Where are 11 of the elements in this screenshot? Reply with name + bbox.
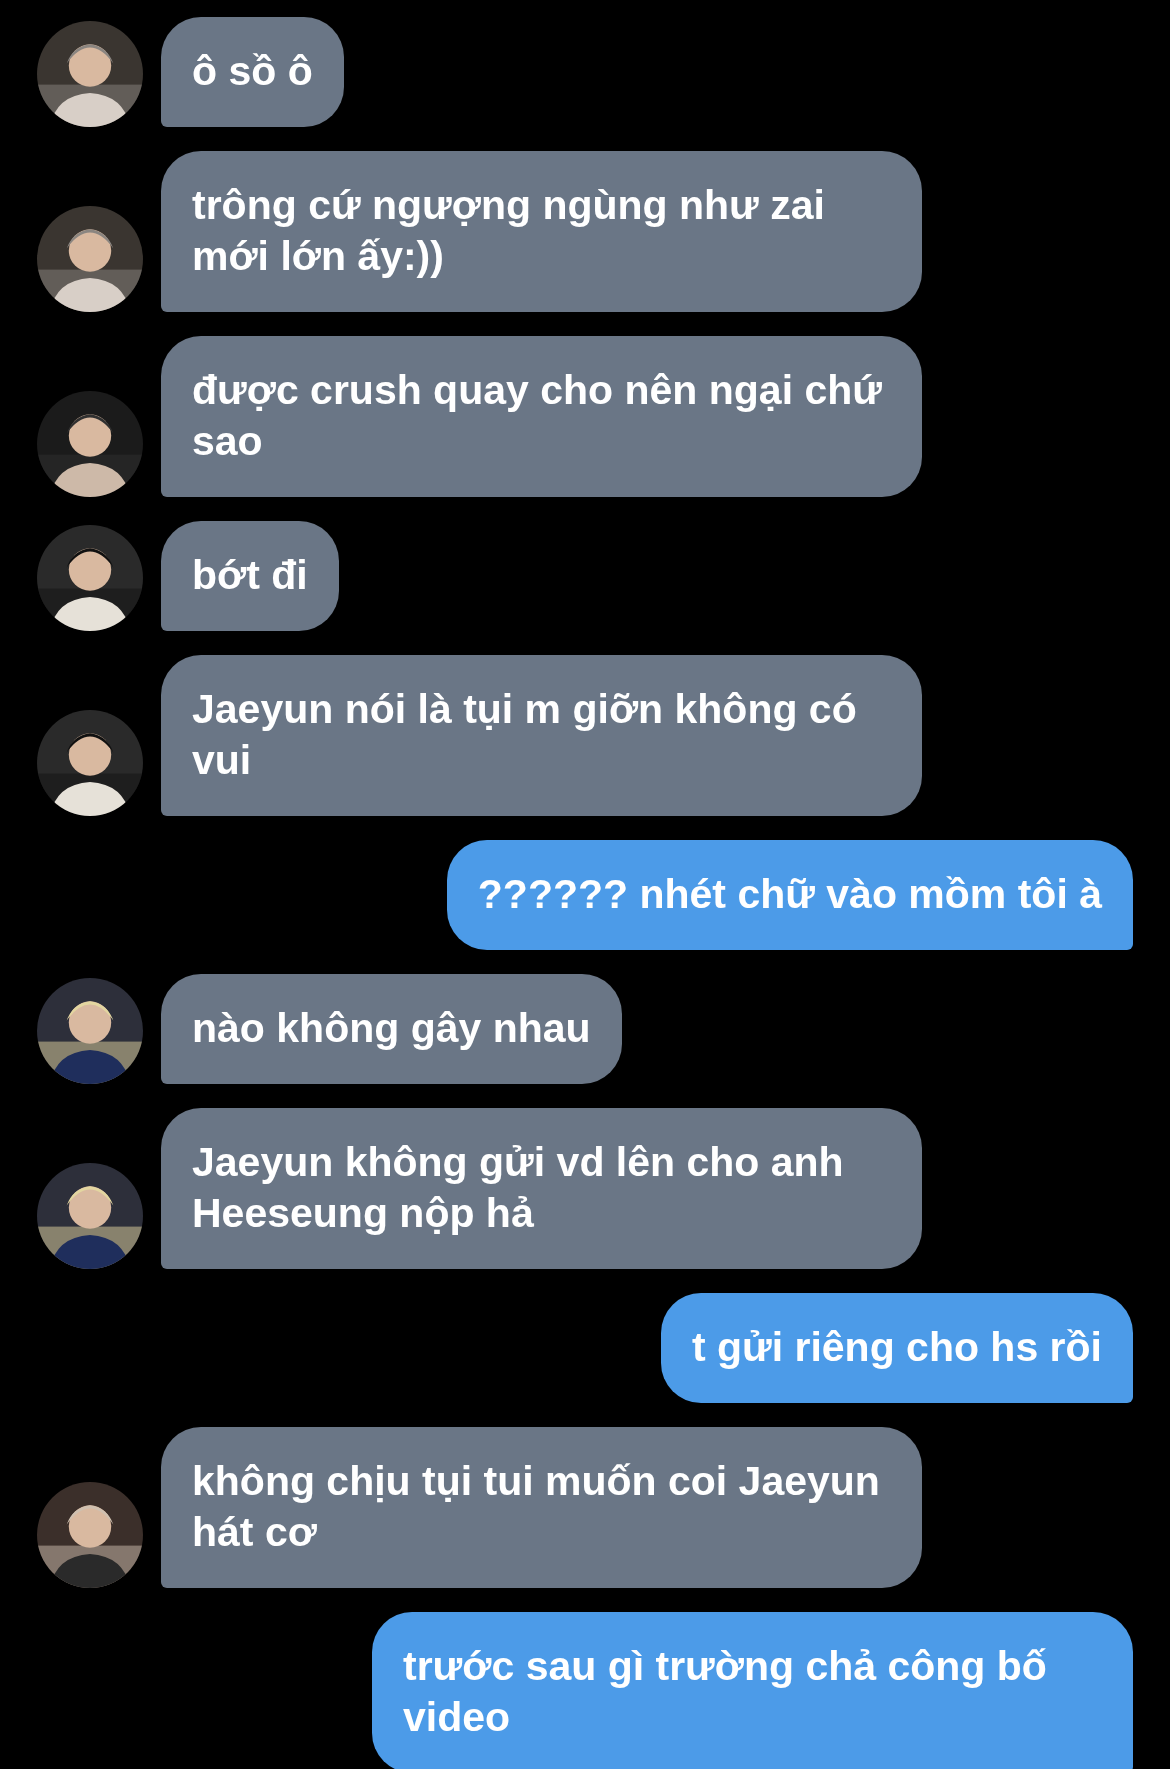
- message-bubble: bớt đi: [161, 521, 339, 631]
- message-bubble: trông cứ ngượng ngùng như zai mới lớn ấy:)): [161, 151, 922, 312]
- message-bubble: t gửi riêng cho hs rồi: [660, 1293, 1133, 1403]
- message-bubble: ô sồ ô: [161, 17, 344, 127]
- message-bubble: nào không gây nhau: [161, 974, 622, 1084]
- message-bubble: ?????? nhét chữ vào mồm tôi à: [446, 840, 1133, 950]
- message-bubble: được crush quay cho nên ngại chứ sao: [161, 336, 922, 497]
- message-bubble: trước sau gì trường chả công bố video: [372, 1612, 1133, 1769]
- message-bubble: Jaeyun không gửi vd lên cho anh Heeseung nộp hả: [161, 1108, 922, 1269]
- message-bubble: không chịu tụi tui muốn coi Jaeyun hát cơ: [161, 1427, 922, 1588]
- message-bubble: Jaeyun nói là tụi m giỡn không có vui: [161, 655, 922, 816]
